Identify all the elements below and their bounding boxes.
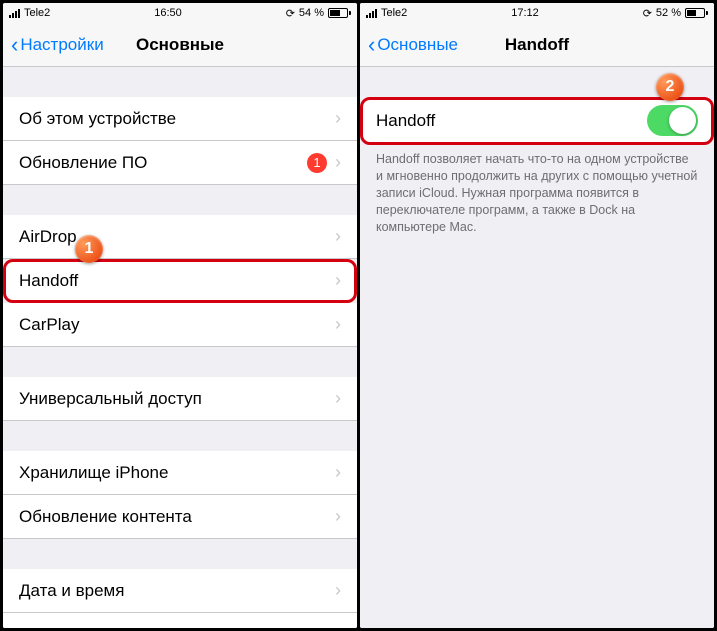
page-title: Основные [136, 35, 224, 55]
row-handoff[interactable]: Handoff › [3, 259, 357, 303]
back-button[interactable]: ‹ Настройки [11, 32, 104, 58]
back-label: Настройки [20, 35, 103, 55]
settings-list: Об этом устройстве › Обновление ПО 1 › A… [3, 67, 357, 628]
row-label: Handoff [19, 271, 335, 291]
chevron-left-icon: ‹ [368, 32, 375, 58]
back-button[interactable]: ‹ Основные [368, 32, 458, 58]
row-label: Дата и время [19, 581, 335, 601]
carrier-label: Tele2 [24, 7, 50, 19]
chevron-right-icon: › [335, 270, 341, 291]
row-airdrop[interactable]: AirDrop › 1 [3, 215, 357, 259]
handoff-description: Handoff позволяет начать что-то на одном… [360, 145, 714, 241]
status-right: ⟳ 52 % [643, 7, 708, 20]
handoff-toggle[interactable] [647, 105, 698, 136]
battery-icon [328, 8, 351, 18]
row-label: Обновление ПО [19, 153, 307, 173]
handoff-list: 2 Handoff Handoff позволяет начать что-т… [360, 67, 714, 628]
signal-icon [9, 9, 20, 18]
row-storage[interactable]: Хранилище iPhone › [3, 451, 357, 495]
status-time: 17:12 [511, 7, 539, 19]
row-accessibility[interactable]: Универсальный доступ › [3, 377, 357, 421]
chevron-right-icon: › [335, 506, 341, 527]
row-label: Handoff [376, 111, 647, 131]
row-label: Об этом устройстве [19, 109, 335, 129]
signal-icon [366, 9, 377, 18]
chevron-right-icon: › [335, 226, 341, 247]
update-badge: 1 [307, 153, 327, 173]
chevron-right-icon: › [335, 152, 341, 173]
chevron-right-icon: › [335, 108, 341, 129]
row-label: CarPlay [19, 315, 335, 335]
page-title: Handoff [505, 35, 569, 55]
battery-icon [685, 8, 708, 18]
row-keyboard[interactable]: Клавиатура › [3, 613, 357, 628]
back-label: Основные [377, 35, 458, 55]
status-right: ⟳ 54 % [286, 7, 351, 20]
row-label: Клавиатура [19, 625, 335, 628]
chevron-right-icon: › [335, 314, 341, 335]
chevron-right-icon: › [335, 462, 341, 483]
row-label: Универсальный доступ [19, 389, 335, 409]
step-indicator-1: 1 [75, 235, 103, 263]
row-handoff-toggle[interactable]: Handoff [360, 97, 714, 145]
chevron-right-icon: › [335, 388, 341, 409]
status-bar: Tele2 17:12 ⟳ 52 % [360, 3, 714, 23]
carrier-label: Tele2 [381, 7, 407, 19]
status-left: Tele2 [9, 7, 50, 19]
row-carplay[interactable]: CarPlay › [3, 303, 357, 347]
row-date-time[interactable]: Дата и время › [3, 569, 357, 613]
status-left: Tele2 [366, 7, 407, 19]
screen-handoff: Tele2 17:12 ⟳ 52 % ‹ Основные Handoff 2 … [360, 3, 714, 628]
row-background-refresh[interactable]: Обновление контента › [3, 495, 357, 539]
rotation-lock-icon: ⟳ [286, 7, 295, 20]
screen-general: Tele2 16:50 ⟳ 54 % ‹ Настройки Основные … [3, 3, 357, 628]
chevron-left-icon: ‹ [11, 32, 18, 58]
chevron-right-icon: › [335, 580, 341, 601]
step-indicator-2: 2 [656, 73, 684, 101]
rotation-lock-icon: ⟳ [643, 7, 652, 20]
nav-bar: ‹ Основные Handoff [360, 23, 714, 67]
battery-percent: 54 % [299, 7, 324, 19]
status-time: 16:50 [154, 7, 182, 19]
chevron-right-icon: › [335, 625, 341, 629]
nav-bar: ‹ Настройки Основные [3, 23, 357, 67]
row-about[interactable]: Об этом устройстве › [3, 97, 357, 141]
row-software-update[interactable]: Обновление ПО 1 › [3, 141, 357, 185]
row-label: Обновление контента [19, 507, 335, 527]
row-label: Хранилище iPhone [19, 463, 335, 483]
row-label: AirDrop [19, 227, 335, 247]
battery-percent: 52 % [656, 7, 681, 19]
toggle-knob [669, 107, 696, 134]
status-bar: Tele2 16:50 ⟳ 54 % [3, 3, 357, 23]
